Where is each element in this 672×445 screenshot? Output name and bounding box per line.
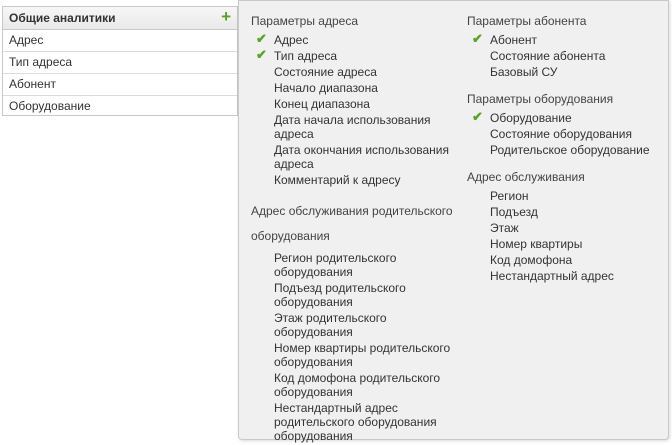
check-icon: ✔ [256,47,267,62]
group-equipment-params: Параметры оборудования ✔ Оборудование Сост… [467,92,667,157]
option-label: Подъезд родительского оборудования [274,281,406,309]
option-item[interactable]: Состояние абонента [467,49,667,63]
option-label: Состояние оборудования [490,127,632,141]
option-item[interactable]: Нестандартный адрес [467,269,667,283]
option-label: Начало диапазона [274,81,378,95]
option-item[interactable]: Подъезд [467,205,667,219]
option-label: Дата начала использования адреса [274,113,431,141]
option-label: Базовый СУ [490,65,558,79]
check-icon: ✔ [472,109,483,124]
option-item[interactable]: Состояние адреса [251,65,461,79]
option-item[interactable]: Этаж [467,221,667,235]
group-parent-service-address: Адрес обслуживания родительского оборудо… [251,199,461,443]
group-items: Регион Подъезд Этаж Номер квартиры Код домоф… [467,189,667,283]
option-item[interactable]: Номер квартиры родительского оборудовани… [251,341,461,369]
option-item[interactable]: Начало диапазона [251,81,461,95]
option-label: Комментарий к адресу [274,173,401,187]
option-label: Абонент [490,33,537,47]
option-item[interactable]: Код домофона родительского оборудования [251,371,461,399]
option-label: Нестандартный адрес родительского оборуд… [274,401,437,443]
group-title: Параметры оборудования [467,92,614,106]
group-address-params: Параметры адреса ✔ Адрес ✔ Тип адреса Состоя… [251,14,461,187]
group-title: Параметры адреса [251,14,358,28]
option-label: Оборудование [490,111,572,125]
group-service-address: Адрес обслуживания Регион Подъезд Этаж Номе… [467,170,667,283]
option-item[interactable]: Номер квартиры [467,237,667,251]
check-icon: ✔ [256,31,267,46]
option-label: Номер квартиры [490,237,583,251]
option-label: Регион родительского оборудования [274,251,397,279]
option-label: Код домофона [490,253,573,267]
option-label: Тип адреса [274,49,338,63]
group-title: Параметры абонента [467,14,587,28]
option-item[interactable]: Подъезд родительского оборудования [251,281,461,309]
option-label: Дата окончания использования адреса [274,143,450,171]
option-item[interactable]: Базовый СУ [467,65,667,79]
analytics-item-equipment[interactable]: Оборудование [3,96,237,117]
analytics-item-address-type[interactable]: Тип адреса [3,52,237,74]
option-item[interactable]: Нестандартный адрес родительского оборуд… [251,401,461,443]
option-label: Родительское оборудование [490,143,650,157]
option-item[interactable]: Этаж родительского оборудования [251,311,461,339]
plus-icon[interactable]: + [221,7,231,29]
option-label: Состояние адреса [274,65,377,79]
option-label: Этаж [490,221,519,235]
option-item[interactable]: ✔ Оборудование [467,109,667,126]
common-analytics-title: Общие аналитики [9,11,116,25]
check-icon: ✔ [472,31,483,46]
popup-right-column: Параметры абонента ✔ Абонент Состояние або… [467,1,667,285]
option-item[interactable]: Родительское оборудование [467,143,667,157]
analytics-item-address[interactable]: Адрес [3,30,237,52]
option-item[interactable]: Регион [467,189,667,203]
analytics-item-subscriber[interactable]: Абонент [3,74,237,96]
group-items: Регион родительского оборудования Подъезд… [251,251,461,443]
group-items: ✔ Абонент Состояние абонента Базовый СУ [467,31,667,80]
common-analytics-panel: Общие аналитики + Адрес Тип адреса Абоне… [2,6,238,116]
analytics-selection-popup: Параметры адреса ✔ Адрес ✔ Тип адреса Состоя… [238,0,669,443]
option-label: Подъезд [490,205,538,219]
option-item[interactable]: Конец диапазона [251,97,461,111]
group-subscriber-params: Параметры абонента ✔ Абонент Состояние або… [467,14,667,79]
option-label: Состояние абонента [490,49,606,63]
option-item[interactable]: ✔ Абонент [467,31,667,48]
group-title: Адрес обслуживания [467,170,585,184]
option-item[interactable]: Дата начала использования адреса [251,113,461,141]
option-item[interactable]: Код домофона [467,253,667,267]
option-item[interactable]: ✔ Адрес [251,31,461,48]
option-label: Конец диапазона [274,97,370,111]
option-item[interactable]: Регион родительского оборудования [251,251,461,279]
option-item[interactable]: Состояние оборудования [467,127,667,141]
option-label: Код домофона родительского оборудования [274,371,441,399]
option-item[interactable]: Комментарий к адресу [251,173,461,187]
option-label: Регион [490,189,529,203]
option-label: Нестандартный адрес [490,269,614,283]
option-label: Адрес [274,33,309,47]
popup-left-column: Параметры адреса ✔ Адрес ✔ Тип адреса Состоя… [251,1,461,445]
option-item[interactable]: ✔ Тип адреса [251,47,461,64]
group-title: Адрес обслуживания родительского оборудо… [251,204,453,243]
option-label: Этаж родительского оборудования [274,311,387,339]
group-items: ✔ Адрес ✔ Тип адреса Состояние адреса Начало … [251,31,461,188]
option-item[interactable]: Дата окончания использования адреса [251,143,461,171]
group-items: ✔ Оборудование Состояние оборудования Родит… [467,109,667,158]
common-analytics-header: Общие аналитики + [3,7,237,30]
option-label: Номер квартиры родительского оборудовани… [274,341,451,369]
